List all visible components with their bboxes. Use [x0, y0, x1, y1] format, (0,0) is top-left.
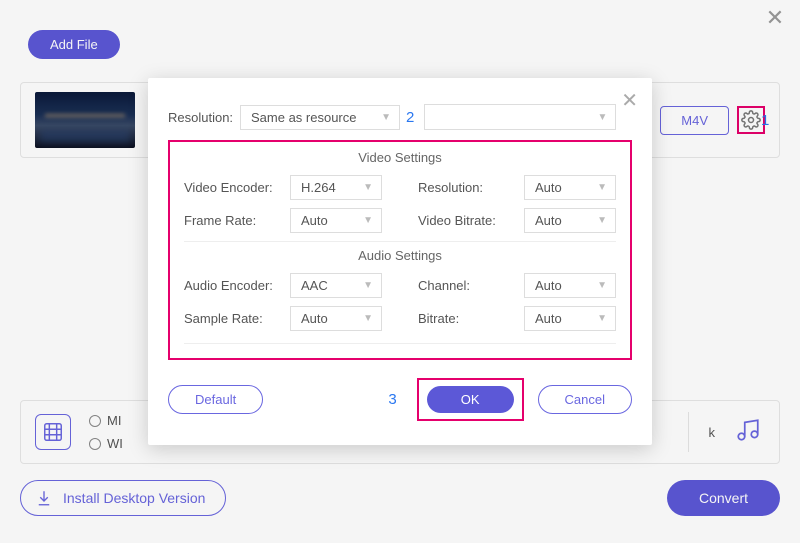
- film-icon: [42, 421, 64, 443]
- sample-rate-label: Sample Rate:: [184, 311, 284, 326]
- cancel-button[interactable]: Cancel: [538, 385, 632, 414]
- audio-bitrate-label: Bitrate:: [418, 311, 518, 326]
- music-icon: [735, 417, 761, 443]
- audio-bitrate-value: Auto: [535, 311, 562, 326]
- resolution-label: Resolution:: [168, 110, 240, 125]
- channel-value: Auto: [535, 278, 562, 293]
- output-format-selector[interactable]: M4V: [660, 106, 729, 135]
- chevron-down-icon: ▼: [597, 313, 607, 324]
- add-file-label: Add File: [50, 37, 98, 52]
- convert-button[interactable]: Convert: [667, 480, 780, 516]
- annotation-2: 2: [406, 109, 414, 126]
- sample-rate-select[interactable]: Auto ▼: [290, 306, 382, 331]
- audio-bitrate-select[interactable]: Auto ▼: [524, 306, 616, 331]
- resolution-value: Same as resource: [251, 110, 357, 125]
- resolution-row: Resolution: Same as resource ▼ 2 ▼: [168, 104, 632, 130]
- video-bitrate-value: Auto: [535, 213, 562, 228]
- radio-option-1[interactable]: MI: [89, 413, 123, 428]
- video-row-1: Video Encoder: H.264 ▼ Resolution: Auto …: [184, 175, 616, 200]
- modal-close-button[interactable]: ✕: [621, 88, 638, 113]
- video-resolution-select[interactable]: Auto ▼: [524, 175, 616, 200]
- audio-encoder-value: AAC: [301, 278, 328, 293]
- video-resolution-value: Auto: [535, 180, 562, 195]
- chevron-down-icon: ▼: [363, 313, 373, 324]
- audio-output-icon[interactable]: [735, 417, 765, 447]
- audio-encoder-label: Audio Encoder:: [184, 278, 284, 293]
- secondary-select[interactable]: ▼: [424, 104, 616, 130]
- frame-rate-value: Auto: [301, 213, 328, 228]
- format-label: M4V: [681, 113, 708, 128]
- default-label: Default: [195, 392, 236, 407]
- video-encoder-label: Video Encoder:: [184, 180, 284, 195]
- close-glyph: ✕: [621, 90, 638, 112]
- video-resolution-label: Resolution:: [418, 180, 518, 195]
- video-bitrate-label: Video Bitrate:: [418, 213, 518, 228]
- audio-row-2: Sample Rate: Auto ▼ Bitrate: Auto ▼: [184, 306, 616, 331]
- ok-button[interactable]: OK: [427, 386, 514, 413]
- bottom-k-text: k: [709, 425, 716, 440]
- audio-encoder-field: Audio Encoder: AAC ▼: [184, 273, 382, 298]
- default-button[interactable]: Default: [168, 385, 263, 414]
- channel-field: Channel: Auto ▼: [418, 273, 616, 298]
- audio-encoder-select[interactable]: AAC ▼: [290, 273, 382, 298]
- chevron-down-icon: ▼: [363, 280, 373, 291]
- video-settings-title: Video Settings: [184, 150, 616, 165]
- download-icon: [35, 489, 53, 507]
- chevron-down-icon: ▼: [363, 215, 373, 226]
- radio-options: MI WI: [89, 413, 123, 451]
- convert-label: Convert: [699, 490, 748, 506]
- chevron-down-icon: ▼: [363, 182, 373, 193]
- install-desktop-button[interactable]: Install Desktop Version: [20, 480, 226, 516]
- video-bitrate-field: Video Bitrate: Auto ▼: [418, 208, 616, 233]
- channel-label: Channel:: [418, 278, 518, 293]
- video-encoder-select[interactable]: H.264 ▼: [290, 175, 382, 200]
- frame-rate-label: Frame Rate:: [184, 213, 284, 228]
- annotation-1: 1: [761, 112, 769, 129]
- chevron-down-icon: ▼: [597, 215, 607, 226]
- chevron-down-icon: ▼: [597, 182, 607, 193]
- frame-rate-select[interactable]: Auto ▼: [290, 208, 382, 233]
- sample-rate-field: Sample Rate: Auto ▼: [184, 306, 382, 331]
- window-close-icon[interactable]: ✕: [763, 6, 787, 30]
- audio-row-1: Audio Encoder: AAC ▼ Channel: Auto ▼: [184, 273, 616, 298]
- sample-rate-value: Auto: [301, 311, 328, 326]
- settings-container: Video Settings Video Encoder: H.264 ▼ Re…: [168, 140, 632, 360]
- gear-icon: [741, 110, 761, 130]
- audio-bitrate-field: Bitrate: Auto ▼: [418, 306, 616, 331]
- settings-modal: ✕ Resolution: Same as resource ▼ 2 ▼ Vid…: [148, 78, 652, 445]
- frame-rate-field: Frame Rate: Auto ▼: [184, 208, 382, 233]
- chevron-down-icon: ▼: [597, 280, 607, 291]
- video-thumbnail: [35, 92, 135, 148]
- video-output-icon[interactable]: [35, 414, 71, 450]
- divider: [184, 343, 616, 344]
- ok-highlight: OK: [417, 378, 524, 421]
- install-label: Install Desktop Version: [63, 490, 205, 506]
- chevron-down-icon: ▼: [381, 112, 391, 123]
- radio-icon: [89, 438, 101, 450]
- video-resolution-field: Resolution: Auto ▼: [418, 175, 616, 200]
- divider: [688, 412, 689, 452]
- chevron-down-icon: ▼: [597, 112, 607, 123]
- radio-option-2[interactable]: WI: [89, 436, 123, 451]
- cancel-label: Cancel: [565, 392, 605, 407]
- resolution-select[interactable]: Same as resource ▼: [240, 105, 400, 130]
- video-encoder-value: H.264: [301, 180, 336, 195]
- radio-icon: [89, 415, 101, 427]
- annotation-3: 3: [388, 391, 396, 408]
- video-row-2: Frame Rate: Auto ▼ Video Bitrate: Auto ▼: [184, 208, 616, 233]
- close-glyph: ✕: [766, 5, 784, 31]
- modal-footer: Default 3 OK Cancel: [168, 378, 632, 421]
- video-bitrate-select[interactable]: Auto ▼: [524, 208, 616, 233]
- audio-settings-title: Audio Settings: [184, 241, 616, 263]
- add-file-button[interactable]: Add File: [28, 30, 120, 59]
- channel-select[interactable]: Auto ▼: [524, 273, 616, 298]
- radio-label-2: WI: [107, 436, 123, 451]
- video-encoder-field: Video Encoder: H.264 ▼: [184, 175, 382, 200]
- ok-label: OK: [461, 392, 480, 407]
- radio-label-1: MI: [107, 413, 121, 428]
